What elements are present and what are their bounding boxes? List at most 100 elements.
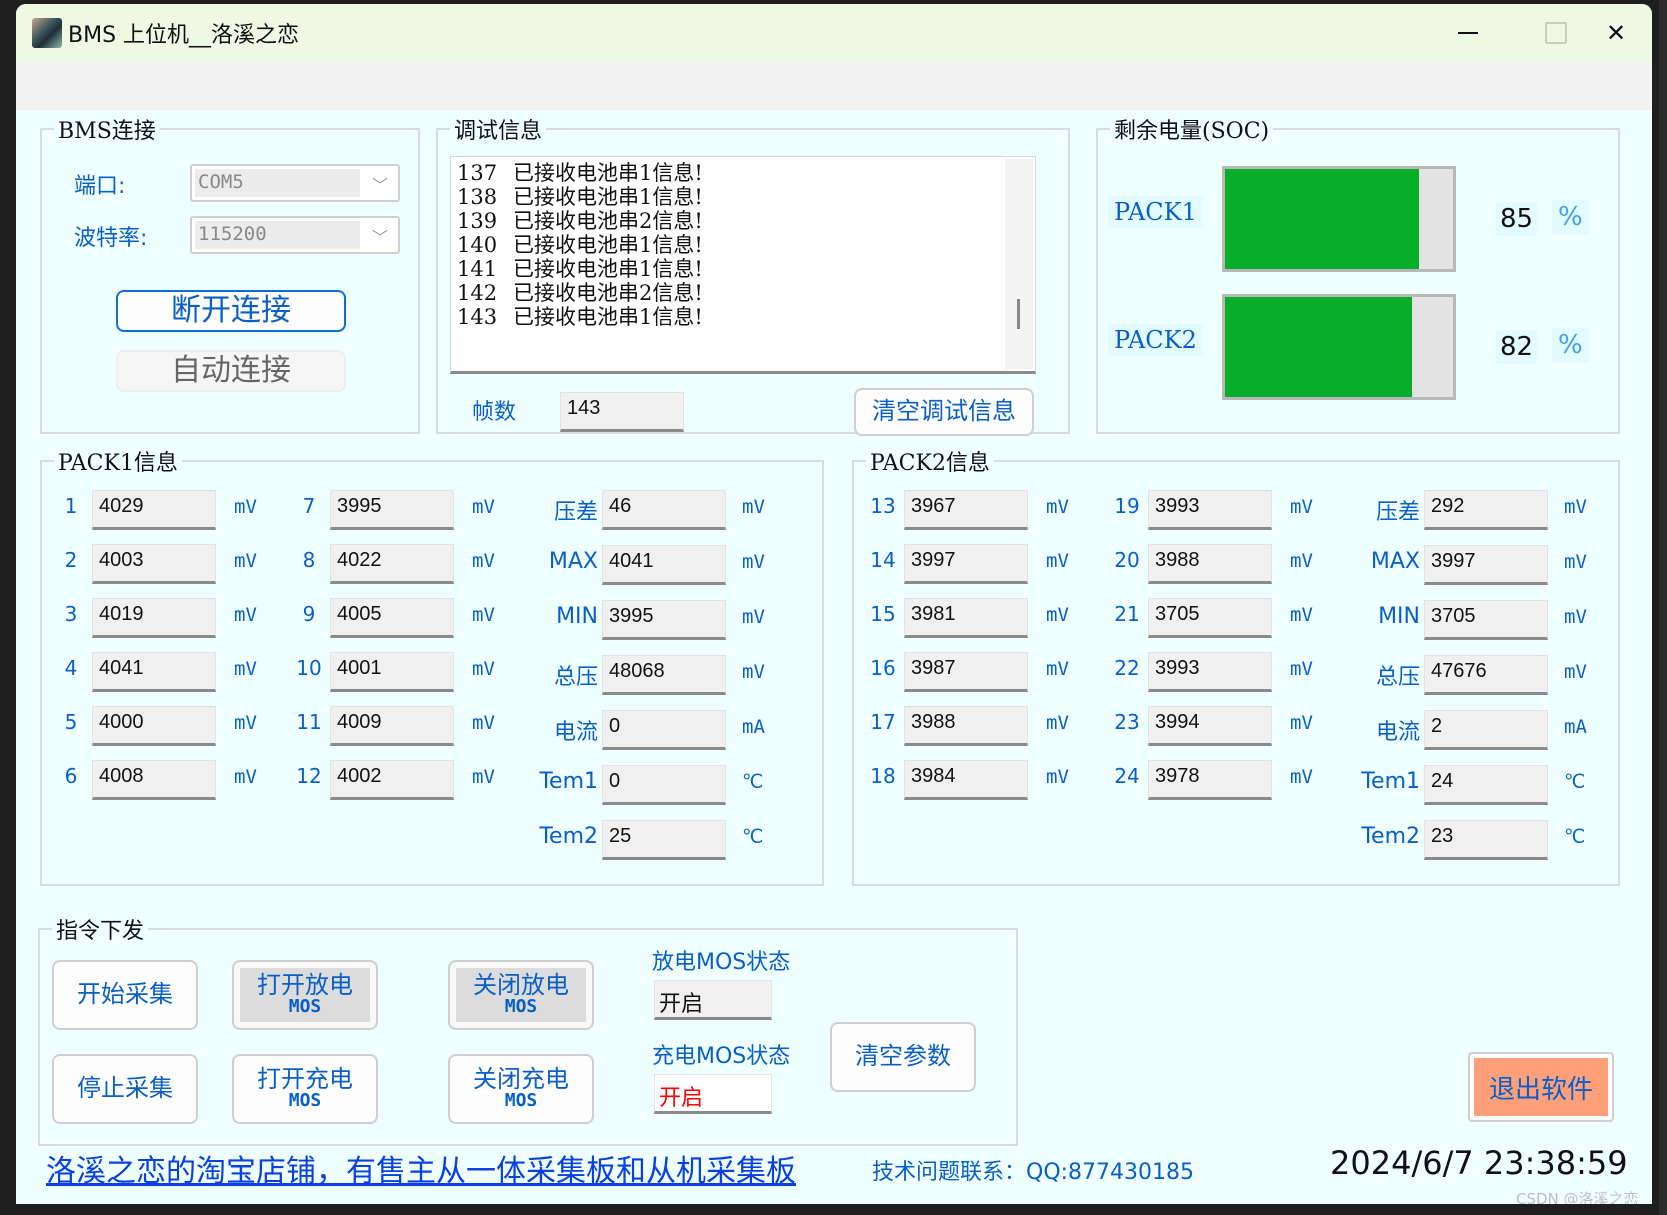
cell-index: 5 <box>64 710 78 734</box>
cell-index: 17 <box>870 710 896 734</box>
title-bar: BMS 上位机__洛溪之恋 ✕ <box>16 4 1652 62</box>
frame-count-field: 143 <box>560 392 684 432</box>
cell-voltage-field: 3978 <box>1148 760 1272 800</box>
debug-group: 调试信息 137 已接收电池串1信息! 138 已接收电池串1信息! 139 已接收电池串… <box>436 113 1070 436</box>
soc-bar-fill <box>1225 297 1412 397</box>
cell-index: 1 <box>64 494 78 518</box>
log-message: 已接收电池串1信息! <box>513 233 703 257</box>
unit-label: mV <box>1046 496 1069 518</box>
soc-group: 剩余电量(SOC) PACK1 85% PACK2 82% <box>1096 113 1620 434</box>
menu-bar <box>16 62 1652 110</box>
clear-debug-button[interactable]: 清空调试信息 <box>854 388 1034 436</box>
cell-index: 2 <box>64 548 78 572</box>
pack2-group: PACK2信息 13 3967 mV 14 3997 mV 15 3981 mV 16 3987 mV… <box>852 445 1620 886</box>
log-scrollbar[interactable] <box>1005 159 1033 369</box>
shop-link[interactable]: 洛溪之恋的淘宝店铺，有售主从一体采集板和从机采集板 <box>46 1146 796 1190</box>
unit-label: ℃ <box>1564 826 1586 848</box>
unit-label: mV <box>1564 606 1587 628</box>
open-discharge-mos-button[interactable]: 打开放电 MOS <box>232 960 378 1030</box>
log-row: 140 已接收电池串1信息! <box>457 233 1029 257</box>
cell-voltage-field: 3993 <box>1148 652 1272 692</box>
unit-label: mV <box>472 496 495 518</box>
unit-label: mV <box>1290 604 1313 626</box>
port-select[interactable]: COM5 ﹀ <box>190 164 400 202</box>
close-discharge-label: 关闭放电 <box>473 970 569 999</box>
unit-label: mV <box>1290 550 1313 572</box>
unit-label: mA <box>1564 716 1587 738</box>
unit-label: mV <box>1290 658 1313 680</box>
stat-label: 电流 <box>553 720 598 745</box>
stat-field: 0 <box>602 765 726 805</box>
stat-field: 23 <box>1424 820 1548 860</box>
open-charge-label: 打开充电 <box>257 1064 353 1093</box>
stat-field: 25 <box>602 820 726 860</box>
stat-label: MAX <box>548 549 598 574</box>
cell-voltage-field: 4002 <box>330 760 454 800</box>
close-button[interactable]: ✕ <box>1592 14 1640 52</box>
debug-log[interactable]: 137 已接收电池串1信息! 138 已接收电池串1信息! 139 已接收电池串2信息! 1… <box>450 156 1036 374</box>
cell-index: 21 <box>1114 602 1140 626</box>
soc-bar-fill <box>1225 169 1419 269</box>
close-discharge-mos-button[interactable]: 关闭放电 MOS <box>448 960 594 1030</box>
cell-voltage-field: 4019 <box>92 598 216 638</box>
frame-count-label: 帧数 <box>472 400 517 425</box>
pack1-group-title: PACK1信息 <box>54 445 182 477</box>
discharge-mos-status: 开启 <box>654 980 772 1020</box>
stat-label: 电流 <box>1375 720 1420 745</box>
exit-button[interactable]: 退出软件 <box>1468 1052 1614 1122</box>
unit-label: ℃ <box>742 771 764 793</box>
contact-info: 技术问题联系：QQ:877430185 <box>872 1160 1195 1185</box>
log-number: 137 <box>457 161 498 185</box>
cell-voltage-field: 3984 <box>904 760 1028 800</box>
cell-index: 16 <box>870 656 896 680</box>
log-message: 已接收电池串1信息! <box>513 161 703 185</box>
auto-connect-button[interactable]: 自动连接 <box>116 350 346 392</box>
app-window: BMS 上位机__洛溪之恋 ✕ BMS连接 端口: COM5 ﹀ 波特率: 11… <box>16 4 1652 1204</box>
unit-label: mV <box>234 712 257 734</box>
close-charge-label: 关闭充电 <box>473 1064 569 1093</box>
percent-sign: % <box>1552 328 1589 362</box>
stat-field: 48068 <box>602 655 726 695</box>
open-charge-sub: MOS <box>288 1090 322 1112</box>
unit-label: mV <box>234 496 257 518</box>
cell-voltage-field: 3997 <box>904 544 1028 584</box>
port-value: COM5 <box>195 169 360 197</box>
unit-label: mV <box>1046 712 1069 734</box>
unit-label: mV <box>472 712 495 734</box>
log-row: 138 已接收电池串1信息! <box>457 185 1029 209</box>
open-charge-mos-button[interactable]: 打开充电 MOS <box>232 1054 378 1124</box>
log-number: 139 <box>457 209 498 233</box>
log-message: 已接收电池串1信息! <box>513 305 703 329</box>
unit-label: mV <box>234 766 257 788</box>
stat-label: Tem1 <box>539 769 598 794</box>
open-discharge-label: 打开放电 <box>257 970 353 999</box>
maximize-button[interactable] <box>1532 14 1580 52</box>
minimize-button[interactable] <box>1444 14 1492 52</box>
cell-index: 19 <box>1114 494 1140 518</box>
stat-label: 总压 <box>1375 665 1420 690</box>
cell-index: 23 <box>1114 710 1140 734</box>
log-number: 143 <box>457 305 498 329</box>
cell-voltage-field: 4029 <box>92 490 216 530</box>
stat-field: 47676 <box>1424 655 1548 695</box>
scrollbar-thumb[interactable] <box>1017 299 1020 329</box>
disconnect-button[interactable]: 断开连接 <box>116 290 346 332</box>
baud-value: 115200 <box>195 221 360 249</box>
percent-sign: % <box>1552 200 1589 234</box>
unit-label: mV <box>1046 550 1069 572</box>
cell-index: 9 <box>302 602 316 626</box>
close-charge-sub: MOS <box>504 1090 538 1112</box>
unit-label: mV <box>1564 551 1587 573</box>
log-row: 137 已接收电池串1信息! <box>457 161 1029 185</box>
soc-group-title: 剩余电量(SOC) <box>1110 113 1274 145</box>
baud-select[interactable]: 115200 ﹀ <box>190 216 400 254</box>
close-charge-mos-button[interactable]: 关闭充电 MOS <box>448 1054 594 1124</box>
stat-field: 0 <box>602 710 726 750</box>
clear-params-button[interactable]: 清空参数 <box>830 1022 976 1092</box>
charge-mos-status-label: 充电MOS状态 <box>652 1044 791 1069</box>
pack1-group: PACK1信息 1 4029 mV 2 4003 mV 3 4019 mV 4 4041 mV 5 400… <box>40 445 824 886</box>
stat-field: 3997 <box>1424 545 1548 585</box>
maximize-icon <box>1545 22 1567 44</box>
stop-collect-button[interactable]: 停止采集 <box>52 1054 198 1124</box>
start-collect-button[interactable]: 开始采集 <box>52 960 198 1030</box>
